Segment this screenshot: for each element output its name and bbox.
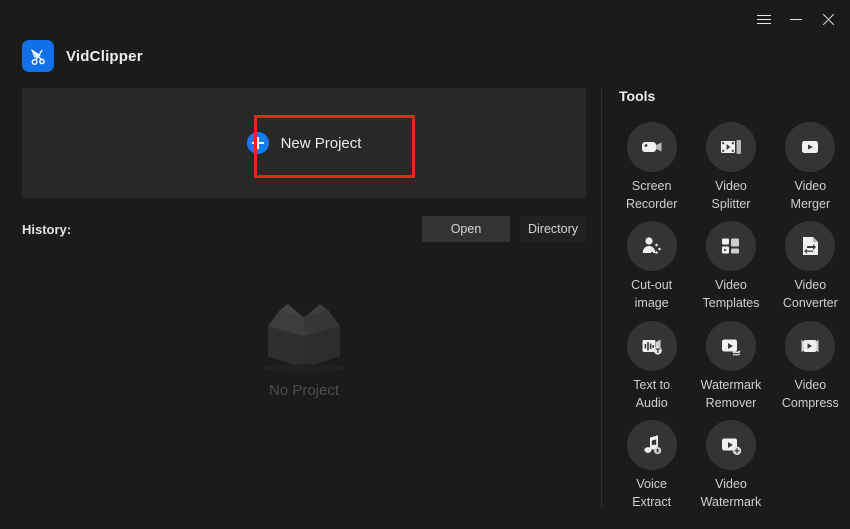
camcorder-icon <box>627 122 677 172</box>
minimize-icon[interactable] <box>788 11 804 27</box>
window-controls <box>756 11 836 27</box>
tool-label: Screen Recorder <box>626 177 677 213</box>
tool-watermark-remover[interactable]: Watermark Remover <box>691 321 770 412</box>
tool-video-templates[interactable]: Video Templates <box>691 221 770 312</box>
tool-label-line1: Screen <box>632 179 672 193</box>
tool-label: Text to Audio <box>633 376 670 412</box>
title-bar <box>0 0 850 36</box>
history-label: History: <box>22 222 71 237</box>
tool-video-converter[interactable]: Video Converter <box>771 221 850 312</box>
tool-label-line1: Voice <box>636 477 667 491</box>
tool-label-line2: image <box>635 296 669 310</box>
app-window: VidClipper New Project History: Open Dir… <box>0 0 850 529</box>
tool-label-line2: Extract <box>632 495 671 509</box>
tools-grid: Screen Recorder <box>612 122 850 511</box>
waveform-text-icon <box>627 321 677 371</box>
tool-label: Video Converter <box>783 276 838 312</box>
tool-label-line1: Text to <box>633 378 670 392</box>
tool-label-line1: Video <box>794 378 826 392</box>
tool-label-line2: Converter <box>783 296 838 310</box>
tool-label-line2: Recorder <box>626 197 677 211</box>
tool-label-line1: Watermark <box>701 378 762 392</box>
close-icon[interactable] <box>820 11 836 27</box>
video-add-icon <box>706 420 756 470</box>
tool-label-line2: Audio <box>636 396 668 410</box>
tool-label: Watermark Remover <box>701 376 762 412</box>
main-content: New Project History: Open Directory <box>22 88 586 399</box>
tool-label-line1: Video <box>794 278 826 292</box>
new-project-label: New Project <box>281 135 362 152</box>
brand: VidClipper <box>22 40 143 72</box>
tool-label-line2: Remover <box>706 396 757 410</box>
tool-label-line2: Watermark <box>701 495 762 509</box>
tool-label-line1: Video <box>794 179 826 193</box>
tool-label-line1: Video <box>715 278 747 292</box>
tool-label: Video Splitter <box>712 177 751 213</box>
tool-label: Video Watermark <box>701 475 762 511</box>
empty-state-label: No Project <box>269 382 339 399</box>
tool-label-line2: Compress <box>782 396 839 410</box>
plus-circle-icon <box>247 132 269 154</box>
music-note-icon <box>627 420 677 470</box>
tool-label-line1: Video <box>715 477 747 491</box>
play-square-icon <box>785 122 835 172</box>
tool-video-watermark[interactable]: Video Watermark <box>691 420 770 511</box>
template-grid-icon <box>706 221 756 271</box>
open-button[interactable]: Open <box>422 216 510 242</box>
hamburger-icon[interactable] <box>756 11 772 27</box>
history-row: History: Open Directory <box>22 216 586 242</box>
tool-label: Cut-out image <box>631 276 672 312</box>
video-erase-icon <box>706 321 756 371</box>
app-logo-icon <box>22 40 54 72</box>
empty-state: No Project <box>22 290 586 399</box>
tool-screen-recorder[interactable]: Screen Recorder <box>612 122 691 213</box>
new-project-panel: New Project <box>22 88 586 198</box>
tools-panel: Tools Screen Recorder <box>612 88 850 511</box>
person-cutout-icon <box>627 221 677 271</box>
tools-title: Tools <box>619 88 850 104</box>
tool-label: Video Compress <box>782 376 839 412</box>
directory-button[interactable]: Directory <box>520 216 586 242</box>
tool-cut-out-image[interactable]: Cut-out image <box>612 221 691 312</box>
new-project-button[interactable]: New Project <box>247 132 362 154</box>
empty-box-icon <box>244 290 364 372</box>
tool-label-line1: Cut-out <box>631 278 672 292</box>
tool-text-to-audio[interactable]: Text to Audio <box>612 321 691 412</box>
app-title: VidClipper <box>66 48 143 65</box>
tool-video-splitter[interactable]: Video Splitter <box>691 122 770 213</box>
tool-label-line2: Splitter <box>712 197 751 211</box>
file-convert-icon <box>785 221 835 271</box>
tool-label: Video Merger <box>791 177 831 213</box>
tool-video-compress[interactable]: Video Compress <box>771 321 850 412</box>
tool-label: Voice Extract <box>632 475 671 511</box>
tool-label-line1: Video <box>715 179 747 193</box>
tool-voice-extract[interactable]: Voice Extract <box>612 420 691 511</box>
tool-label: Video Templates <box>703 276 760 312</box>
film-split-icon <box>706 122 756 172</box>
tool-label-line2: Merger <box>791 197 831 211</box>
history-actions: Open Directory <box>422 216 586 242</box>
video-compress-icon <box>785 321 835 371</box>
tool-label-line2: Templates <box>703 296 760 310</box>
tools-divider <box>601 88 602 508</box>
tool-video-merger[interactable]: Video Merger <box>771 122 850 213</box>
